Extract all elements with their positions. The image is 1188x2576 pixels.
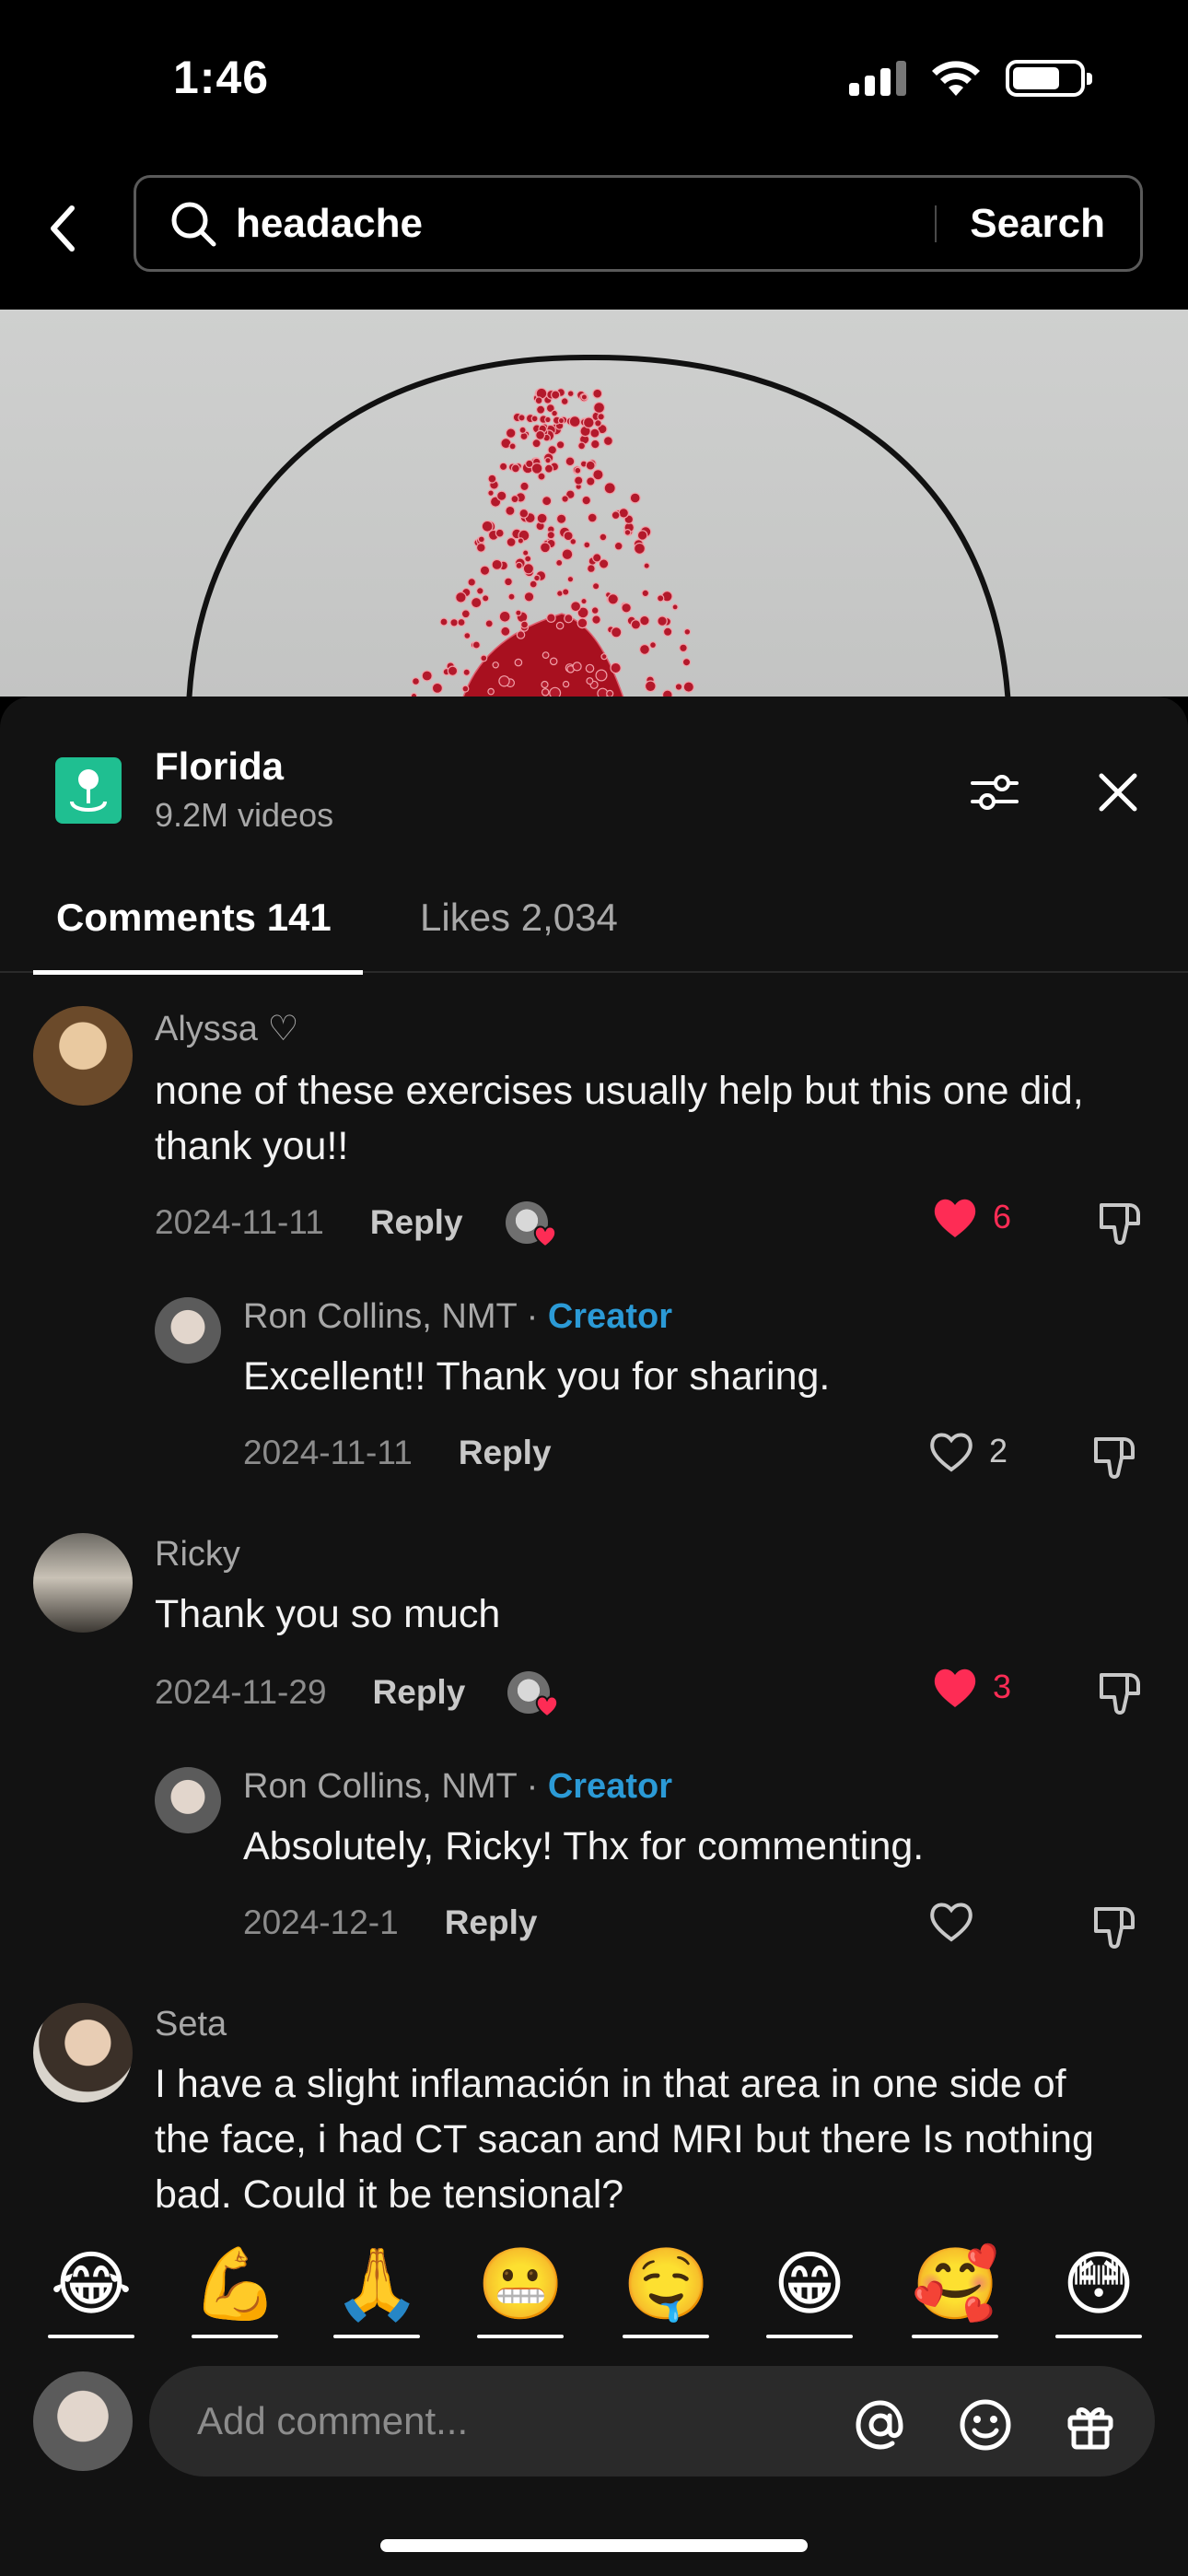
reply-meta: 2024-11-11 Reply bbox=[243, 1434, 552, 1472]
cellular-signal-icon bbox=[849, 61, 906, 96]
comment-text: none of these exercises usually help but… bbox=[155, 1069, 1084, 1168]
emoji-button[interactable]: 😳 bbox=[1055, 2241, 1142, 2338]
heart-outline-icon bbox=[930, 1433, 973, 1472]
tab-likes[interactable]: Likes 2,034 bbox=[420, 862, 618, 973]
dislike-icon[interactable] bbox=[1092, 1196, 1147, 1251]
heart-outline-icon bbox=[930, 1903, 973, 1942]
gift-icon[interactable] bbox=[1061, 2395, 1120, 2454]
status-time: 1:46 bbox=[173, 52, 270, 103]
emoji-button[interactable]: 💪 bbox=[192, 2241, 279, 2338]
reply-username-text: Ron Collins, NMT · bbox=[243, 1767, 539, 1806]
comment-username[interactable]: Alyssa ♡ bbox=[155, 1008, 299, 1049]
comment-username[interactable]: Ricky bbox=[155, 1535, 240, 1575]
video-preview[interactable] bbox=[0, 310, 1188, 697]
search-icon bbox=[171, 202, 216, 246]
my-avatar[interactable] bbox=[33, 2371, 133, 2471]
location-pin-icon[interactable] bbox=[55, 757, 122, 824]
like-button[interactable]: 6 bbox=[930, 1194, 1011, 1240]
location-title[interactable]: Florida bbox=[155, 744, 284, 789]
tab-comments[interactable]: Comments 141 bbox=[33, 862, 365, 975]
reply-button[interactable]: Reply bbox=[445, 1903, 538, 1942]
filter-sliders-icon[interactable] bbox=[965, 763, 1024, 822]
comment-date: 2024-11-29 bbox=[155, 1673, 327, 1711]
dislike-icon[interactable] bbox=[1092, 1666, 1147, 1721]
emoji-button[interactable]: 🥰 bbox=[912, 2241, 999, 2338]
wifi-icon bbox=[932, 61, 980, 96]
reply-username[interactable]: Ron Collins, NMT · Creator bbox=[243, 1767, 672, 1807]
comment-meta: 2024-11-29 Reply bbox=[155, 1671, 559, 1718]
emoji-button[interactable]: 🤤 bbox=[623, 2241, 710, 2338]
status-bar: 1:46 bbox=[0, 0, 1188, 157]
comment-input[interactable]: Add comment... bbox=[149, 2366, 1155, 2476]
like-count: 3 bbox=[993, 1668, 1012, 1705]
reply-username-text: Ron Collins, NMT · bbox=[243, 1297, 539, 1336]
comment-text: Thank you so much bbox=[155, 1592, 501, 1636]
emoji-button[interactable]: 😬 bbox=[477, 2241, 565, 2338]
emoji-quick-bar: 😂 💪 🙏 😬 🤤 😁 🥰 😳 bbox=[0, 2241, 1188, 2342]
comment-input-bar: Add comment... bbox=[0, 2366, 1188, 2486]
reply-button[interactable]: Reply bbox=[373, 1673, 466, 1712]
reply-text: Excellent!! Thank you for sharing. bbox=[243, 1354, 831, 1399]
tab-bar: Comments 141 Likes 2,034 bbox=[0, 862, 1188, 975]
creator-badge: Creator bbox=[547, 1297, 672, 1336]
heart-filled-icon bbox=[934, 1199, 976, 1237]
emoji-button[interactable]: 😂 bbox=[48, 2241, 134, 2338]
creator-liked-badge bbox=[505, 1201, 556, 1248]
like-count: 6 bbox=[993, 1198, 1012, 1235]
reply-username[interactable]: Ron Collins, NMT · Creator bbox=[243, 1297, 672, 1337]
emoji-picker-icon[interactable] bbox=[956, 2395, 1015, 2454]
heart-icon bbox=[533, 1225, 556, 1248]
avatar[interactable] bbox=[155, 1767, 221, 1833]
chevron-left-icon bbox=[51, 205, 75, 252]
avatar[interactable] bbox=[33, 1006, 133, 1106]
search-input[interactable]: headache bbox=[236, 201, 935, 247]
back-button[interactable] bbox=[35, 192, 90, 265]
emoji-button[interactable]: 🙏 bbox=[333, 2241, 421, 2338]
reply-date: 2024-12-1 bbox=[243, 1903, 399, 1941]
like-count: 2 bbox=[989, 1432, 1008, 1469]
creator-badge: Creator bbox=[547, 1767, 672, 1806]
location-video-count: 9.2M videos bbox=[155, 796, 334, 834]
close-icon[interactable] bbox=[1089, 763, 1147, 822]
heart-icon bbox=[536, 1695, 559, 1718]
comment-input-placeholder: Add comment... bbox=[197, 2399, 469, 2442]
search-header: headache Search bbox=[0, 157, 1188, 310]
like-button[interactable] bbox=[926, 1898, 989, 1944]
avatar[interactable] bbox=[33, 1533, 133, 1633]
heart-filled-icon bbox=[934, 1669, 976, 1707]
reply-text: Absolutely, Ricky! Thx for commenting. bbox=[243, 1824, 925, 1868]
reply-meta: 2024-12-1 Reply bbox=[243, 1903, 537, 1942]
like-button[interactable]: 3 bbox=[930, 1664, 1011, 1710]
avatar[interactable] bbox=[155, 1297, 221, 1364]
search-button[interactable]: Search bbox=[937, 201, 1140, 247]
creator-liked-badge bbox=[507, 1671, 559, 1718]
video-frame-illustration bbox=[186, 354, 1011, 697]
mention-icon[interactable] bbox=[851, 2395, 910, 2454]
battery-icon bbox=[1006, 60, 1092, 97]
comment-username[interactable]: Seta bbox=[155, 2005, 227, 2044]
like-button[interactable]: 2 bbox=[926, 1428, 1007, 1474]
avatar[interactable] bbox=[33, 2003, 133, 2102]
dislike-icon[interactable] bbox=[1087, 1430, 1142, 1485]
comment-text: I have a slight inflamación in that area… bbox=[155, 2062, 1094, 2217]
reply-button[interactable]: Reply bbox=[459, 1434, 552, 1472]
dislike-icon[interactable] bbox=[1087, 1900, 1142, 1955]
status-icons bbox=[849, 59, 1092, 98]
sheet-header: Florida 9.2M videos bbox=[0, 697, 1188, 834]
emoji-button[interactable]: 😁 bbox=[766, 2241, 853, 2338]
reply-button[interactable]: Reply bbox=[370, 1203, 463, 1242]
reply-date: 2024-11-11 bbox=[243, 1434, 413, 1471]
home-indicator[interactable] bbox=[380, 2539, 808, 2552]
comment-date: 2024-11-11 bbox=[155, 1203, 324, 1241]
comment-meta: 2024-11-11 Reply bbox=[155, 1201, 556, 1248]
search-bar[interactable]: headache Search bbox=[134, 175, 1143, 272]
